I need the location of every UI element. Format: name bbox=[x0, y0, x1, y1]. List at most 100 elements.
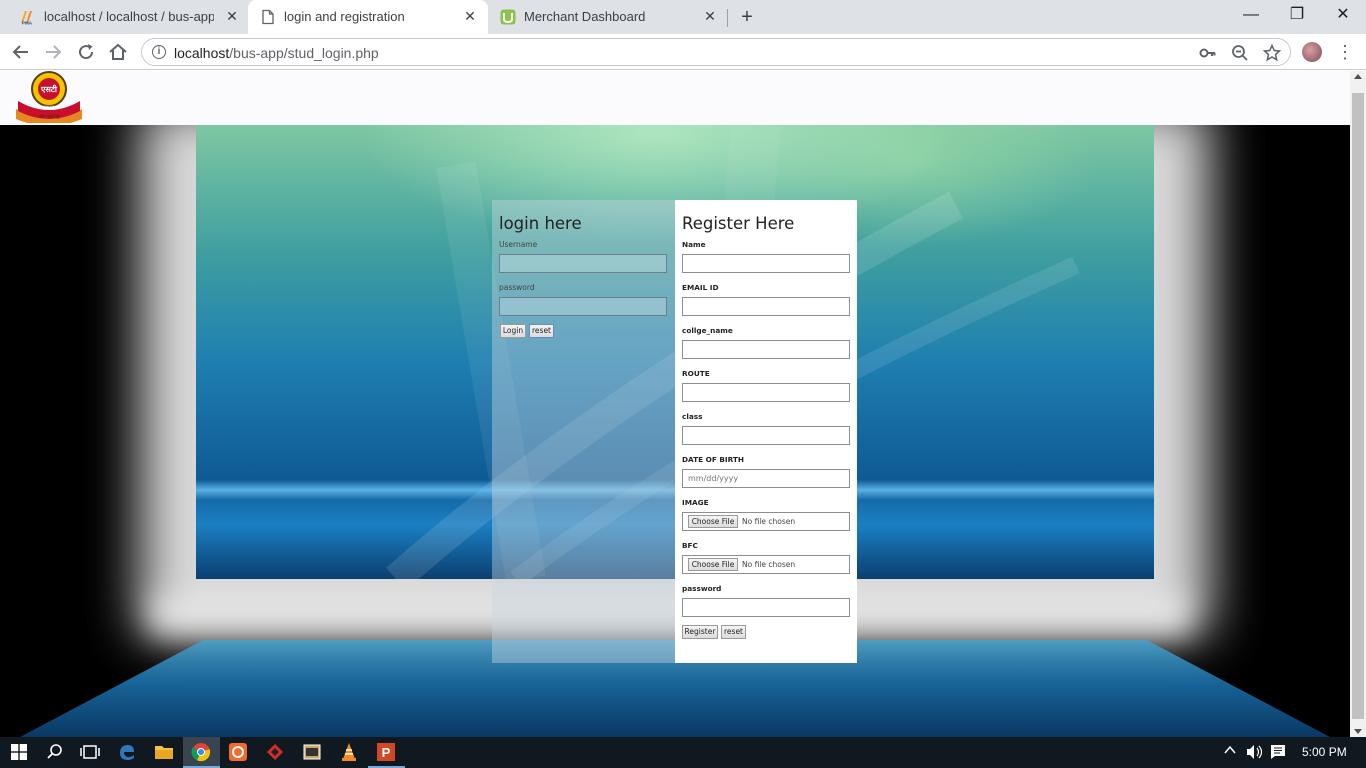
name-label: Name bbox=[682, 240, 706, 249]
key-icon[interactable] bbox=[1198, 43, 1218, 63]
file-status: No file chosen bbox=[742, 560, 796, 569]
login-password-input[interactable] bbox=[499, 297, 667, 316]
name-input[interactable] bbox=[682, 254, 850, 273]
new-tab-button[interactable]: + bbox=[736, 6, 758, 28]
register-password-input[interactable] bbox=[682, 598, 850, 617]
choose-file-button[interactable]: Choose File bbox=[688, 558, 738, 571]
dob-label: DATE OF BIRTH bbox=[682, 455, 745, 464]
image-file-input[interactable]: Choose File No file chosen bbox=[682, 512, 850, 531]
class-label: class bbox=[682, 412, 703, 421]
login-title: login here bbox=[499, 214, 582, 233]
bfc-label: BFC bbox=[682, 541, 698, 550]
register-password-label: password bbox=[682, 584, 722, 593]
start-windows-icon[interactable] bbox=[8, 741, 30, 763]
vertical-scrollbar[interactable] bbox=[1350, 71, 1366, 737]
register-reset-button[interactable]: reset bbox=[721, 625, 746, 639]
scrollbar-thumb[interactable] bbox=[1352, 93, 1364, 719]
profile-avatar[interactable] bbox=[1302, 42, 1322, 62]
home-icon bbox=[109, 43, 127, 60]
svg-text:PMA: PMA bbox=[22, 21, 33, 26]
forward-arrow-icon bbox=[46, 45, 62, 59]
zoom-out-icon[interactable] bbox=[1230, 43, 1250, 63]
show-hidden-icons-chevron-icon[interactable] bbox=[1224, 744, 1236, 759]
login-reset-button[interactable]: reset bbox=[529, 324, 554, 338]
reload-icon bbox=[79, 44, 94, 60]
info-icon[interactable]: i bbox=[152, 45, 166, 59]
svg-text:जय महाराष्ट्र: जय महाराष्ट्र bbox=[38, 114, 60, 120]
back-button[interactable] bbox=[9, 40, 33, 64]
edge-browser-icon[interactable] bbox=[116, 741, 138, 763]
action-center-icon[interactable] bbox=[1270, 744, 1286, 763]
username-input[interactable] bbox=[499, 254, 667, 273]
minimize-window-button[interactable]: — bbox=[1228, 0, 1274, 30]
login-password-label: password bbox=[499, 283, 535, 292]
college-name-label: collge_name bbox=[682, 326, 733, 335]
forward-button[interactable] bbox=[41, 40, 65, 64]
tab-title: Merchant Dashboard bbox=[524, 9, 646, 24]
svg-text:महाराष्ट्र: महाराष्ट्र bbox=[42, 105, 56, 111]
register-form: Register Here Name EMAIL ID collge_name … bbox=[675, 200, 857, 663]
phpmyadmin-icon: PMA bbox=[21, 11, 33, 26]
scroll-down-arrow-icon[interactable] bbox=[1354, 729, 1362, 734]
task-view-icon[interactable] bbox=[79, 741, 101, 763]
register-title: Register Here bbox=[682, 214, 795, 233]
browser-toolbar: i localhost/bus-app/stud_login.php ⋮ bbox=[0, 34, 1366, 70]
route-input[interactable] bbox=[682, 383, 850, 402]
svg-text:एसटी: एसटी bbox=[40, 84, 58, 94]
tab-merchant-dashboard[interactable]: Merchant Dashboard ✕ bbox=[488, 0, 726, 34]
site-header: एसटी महाराष्ट्र जय महाराष्ट्र bbox=[0, 71, 1350, 125]
email-label: EMAIL ID bbox=[682, 283, 719, 292]
browser-tab-strip: PMA localhost / localhost / bus-app / l … bbox=[0, 0, 1366, 34]
email-input[interactable] bbox=[682, 297, 850, 316]
windows-taskbar: P 5:00 PM bbox=[0, 737, 1366, 768]
close-tab-icon[interactable]: ✕ bbox=[702, 8, 718, 24]
close-tab-icon[interactable]: ✕ bbox=[462, 8, 478, 24]
login-button[interactable]: Login bbox=[500, 324, 526, 338]
choose-file-button[interactable]: Choose File bbox=[688, 515, 738, 528]
tab-title: login and registration bbox=[284, 9, 405, 24]
url-text[interactable]: localhost/bus-app/stud_login.php bbox=[174, 45, 379, 61]
tab-title: localhost / localhost / bus-app / l bbox=[44, 9, 214, 24]
url-path: /bus-app/stud_login.php bbox=[229, 45, 379, 61]
register-button[interactable]: Register bbox=[682, 625, 718, 639]
college-name-input[interactable] bbox=[682, 340, 850, 359]
app-icon-red-diamond[interactable] bbox=[264, 741, 286, 763]
close-window-button[interactable]: ✕ bbox=[1320, 0, 1366, 30]
scroll-up-arrow-icon[interactable] bbox=[1354, 74, 1362, 79]
class-input[interactable] bbox=[682, 426, 850, 445]
tab-login-registration[interactable]: login and registration ✕ bbox=[248, 0, 488, 34]
file-status: No file chosen bbox=[742, 517, 796, 526]
home-button[interactable] bbox=[106, 40, 130, 64]
dob-input[interactable] bbox=[682, 469, 850, 488]
merchant-app-icon bbox=[500, 9, 516, 25]
file-explorer-icon[interactable] bbox=[153, 741, 175, 763]
route-label: ROUTE bbox=[682, 369, 710, 378]
app-icon-terminal[interactable] bbox=[301, 741, 323, 763]
tab-separator bbox=[727, 9, 728, 27]
browser-menu-icon[interactable]: ⋮ bbox=[1336, 40, 1354, 64]
svg-text:P: P bbox=[382, 745, 391, 760]
back-arrow-icon bbox=[12, 45, 28, 59]
address-bar[interactable]: i localhost/bus-app/stud_login.php bbox=[141, 38, 1291, 66]
powerpoint-icon[interactable]: P bbox=[375, 741, 397, 763]
close-tab-icon[interactable]: ✕ bbox=[224, 8, 240, 24]
tab-phpmyadmin[interactable]: PMA localhost / localhost / bus-app / l … bbox=[8, 0, 248, 34]
page-viewport: एसटी महाराष्ट्र जय महाराष्ट्र login here… bbox=[0, 71, 1350, 737]
hero-background: login here Username password Login reset… bbox=[0, 125, 1350, 737]
vlc-icon[interactable] bbox=[338, 741, 360, 763]
bfc-file-input[interactable]: Choose File No file chosen bbox=[682, 555, 850, 574]
bookmark-star-icon[interactable] bbox=[1262, 43, 1282, 63]
msrtc-logo: एसटी महाराष्ट्र जय महाराष्ट्र bbox=[16, 71, 82, 123]
url-host: localhost bbox=[174, 45, 230, 61]
taskbar-clock[interactable]: 5:00 PM bbox=[1302, 745, 1347, 759]
username-label: Username bbox=[499, 240, 538, 249]
image-label: IMAGE bbox=[682, 498, 709, 507]
volume-icon[interactable] bbox=[1246, 744, 1264, 763]
app-icon-orange[interactable] bbox=[227, 741, 249, 763]
document-icon bbox=[262, 9, 274, 25]
login-form: login here Username password Login reset bbox=[492, 200, 675, 663]
search-icon[interactable] bbox=[44, 741, 66, 763]
chrome-icon[interactable] bbox=[190, 741, 212, 763]
maximize-window-button[interactable]: ❐ bbox=[1274, 0, 1320, 30]
reload-button[interactable] bbox=[74, 40, 98, 64]
